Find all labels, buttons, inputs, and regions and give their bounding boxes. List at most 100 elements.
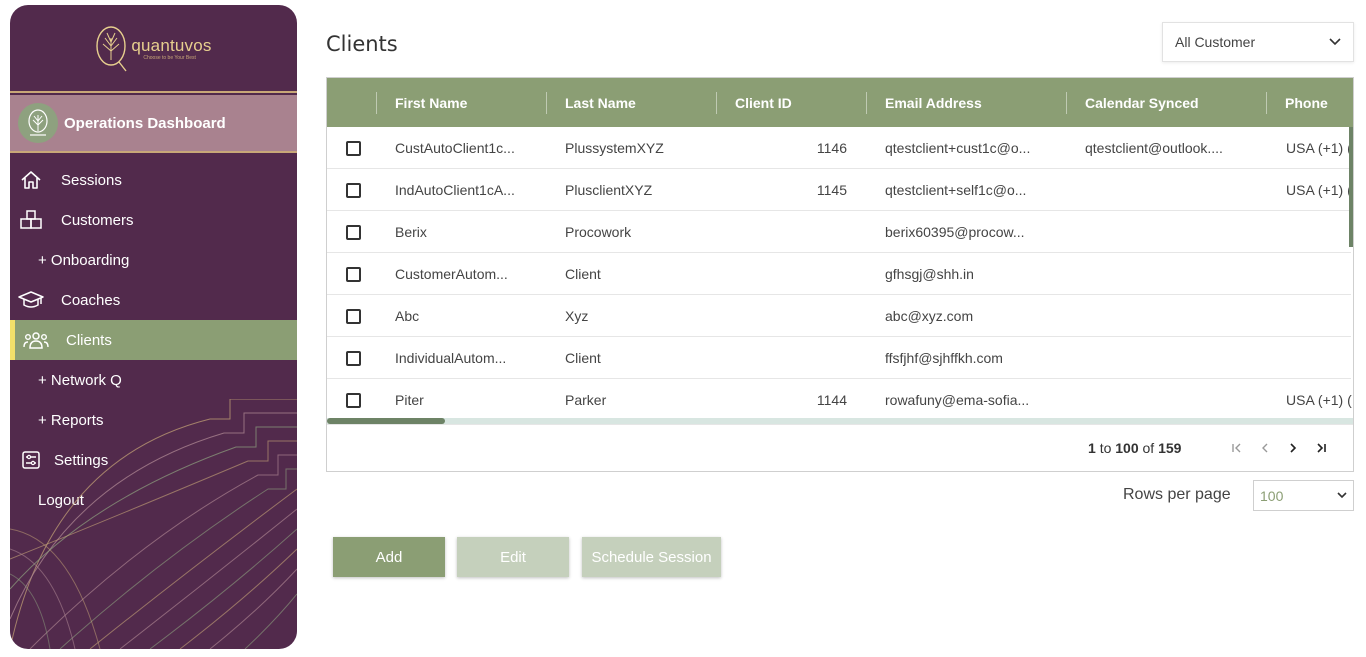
sidebar-item-network-q[interactable]: + Network Q — [10, 360, 297, 400]
column-last-name[interactable]: Last Name — [565, 78, 636, 127]
cell-calendar-synced — [1085, 169, 1255, 211]
cell-phone — [1286, 337, 1352, 379]
add-button[interactable]: Add — [333, 537, 445, 577]
sidebar-item-sessions[interactable]: Sessions — [10, 160, 297, 200]
sidebar-item-label: Customers — [61, 211, 134, 229]
rows-per-page-select[interactable]: 100 — [1253, 480, 1354, 511]
sidebar-item-label: Sessions — [61, 171, 122, 189]
page-total: 159 — [1158, 440, 1182, 456]
cell-phone: USA (+1) ( — [1286, 392, 1352, 408]
cell-calendar-synced — [1085, 295, 1255, 337]
cell-email: abc@xyz.com — [885, 308, 974, 324]
sidebar-item-label: + Onboarding — [38, 251, 130, 269]
cell-client-id — [735, 295, 847, 337]
row-checkbox[interactable] — [346, 308, 361, 324]
chevron-down-icon — [1337, 492, 1347, 499]
column-client-id[interactable]: Client ID — [735, 78, 792, 127]
settings-panel-icon — [18, 449, 44, 471]
graduation-cap-icon — [18, 289, 44, 311]
cell-calendar-synced — [1085, 337, 1255, 379]
cell-client-id: 1146 — [816, 140, 847, 156]
operations-dashboard-link[interactable]: Operations Dashboard — [10, 95, 297, 153]
header-separator — [376, 92, 377, 114]
cell-phone — [1286, 253, 1352, 295]
home-icon — [18, 169, 44, 191]
rows-per-page-value: 100 — [1260, 487, 1284, 504]
vertical-scrollbar[interactable] — [1349, 127, 1353, 247]
users-icon — [23, 329, 49, 351]
brand-logo[interactable]: quantuvos Choose to be Your Best — [95, 24, 211, 72]
cell-last-name: PlusclientXYZ — [565, 182, 653, 198]
customer-filter-dropdown[interactable]: All Customer — [1162, 22, 1354, 62]
cell-calendar-synced — [1085, 253, 1255, 295]
cell-last-name: Client — [565, 350, 601, 366]
sidebar-item-onboarding[interactable]: + Onboarding — [10, 240, 297, 280]
table-row[interactable]: CustomerAutom... Client gfhsgj@shh.in — [327, 253, 1351, 295]
cell-email: ffsfjhf@sjhffkh.com — [885, 350, 1003, 366]
table-row[interactable]: Abc Xyz abc@xyz.com — [327, 295, 1351, 337]
cell-email: berix60395@procow... — [885, 224, 1025, 240]
brand-tagline: Choose to be Your Best — [143, 54, 196, 61]
last-page-icon — [1317, 443, 1326, 453]
boxes-icon — [18, 209, 44, 231]
cell-client-id: 1144 — [816, 392, 847, 408]
tree-logo-icon — [96, 26, 127, 72]
last-page-button[interactable] — [1310, 437, 1332, 459]
schedule-session-button[interactable]: Schedule Session — [582, 537, 721, 577]
chevron-down-icon — [1329, 38, 1341, 46]
table-row[interactable]: IndividualAutom... Client ffsfjhf@sjhffk… — [327, 337, 1351, 379]
cell-client-id — [735, 211, 847, 253]
table-row[interactable]: CustAutoClient1c... PlussystemXYZ 1146 q… — [327, 127, 1352, 169]
tree-icon — [28, 109, 48, 136]
sidebar-item-clients[interactable]: Clients — [10, 320, 297, 360]
chevron-left-icon — [1262, 443, 1268, 453]
table-row[interactable]: Piter Parker 1144 rowafuny@ema-sofia... … — [327, 379, 1352, 421]
cell-phone: USA (+1) ( — [1286, 140, 1352, 156]
rows-per-page-label: Rows per page — [1123, 486, 1231, 503]
cell-email: rowafuny@ema-sofia... — [885, 392, 1030, 408]
sidebar-item-logout[interactable]: Logout — [10, 480, 297, 520]
customer-filter-value: All Customer — [1175, 34, 1256, 50]
header-separator — [546, 92, 547, 114]
sidebar-item-reports[interactable]: + Reports — [10, 400, 297, 440]
cell-last-name: Client — [565, 266, 601, 282]
row-checkbox[interactable] — [346, 182, 361, 198]
sidebar: quantuvos Choose to be Your Best Operati… — [10, 5, 297, 649]
cell-phone — [1286, 295, 1352, 337]
cell-first-name: Berix — [395, 224, 427, 240]
row-checkbox[interactable] — [346, 140, 361, 156]
page-range-start: 1 — [1088, 440, 1096, 456]
previous-page-button[interactable] — [1254, 437, 1276, 459]
cell-calendar-synced: qtestclient@outlook.... — [1085, 140, 1223, 156]
cell-email: qtestclient+cust1c@o... — [885, 140, 1031, 156]
table-row[interactable]: IndAutoClient1cA... PlusclientXYZ 1145 q… — [327, 169, 1352, 211]
cell-calendar-synced — [1085, 379, 1255, 421]
row-checkbox[interactable] — [346, 266, 361, 282]
cell-last-name: PlussystemXYZ — [565, 140, 664, 156]
column-phone[interactable]: Phone — [1285, 78, 1328, 127]
edit-button[interactable]: Edit — [457, 537, 569, 577]
table-row[interactable]: Berix Procowork berix60395@procow... — [327, 211, 1351, 253]
first-page-button[interactable] — [1226, 437, 1248, 459]
header-separator — [716, 92, 717, 114]
cell-phone — [1286, 211, 1352, 253]
column-calendar-synced[interactable]: Calendar Synced — [1085, 78, 1199, 127]
cell-first-name: IndAutoClient1cA... — [395, 182, 515, 198]
pagination-bar: 1 to 100 of 159 — [327, 424, 1353, 471]
header-separator — [1066, 92, 1067, 114]
sidebar-item-coaches[interactable]: Coaches — [10, 280, 297, 320]
cell-client-id — [735, 337, 847, 379]
row-checkbox[interactable] — [346, 392, 361, 408]
column-first-name[interactable]: First Name — [395, 78, 467, 127]
cell-email: gfhsgj@shh.in — [885, 266, 974, 282]
row-checkbox[interactable] — [346, 224, 361, 240]
column-email-address[interactable]: Email Address — [885, 78, 982, 127]
cell-client-id — [735, 253, 847, 295]
sidebar-item-customers[interactable]: Customers — [10, 200, 297, 240]
sidebar-item-settings[interactable]: Settings — [10, 440, 297, 480]
row-checkbox[interactable] — [346, 350, 361, 366]
page-title: Clients — [326, 32, 398, 56]
table-body: CustAutoClient1c... PlussystemXYZ 1146 q… — [327, 127, 1353, 421]
sidebar-item-label: Clients — [66, 331, 112, 349]
next-page-button[interactable] — [1282, 437, 1304, 459]
